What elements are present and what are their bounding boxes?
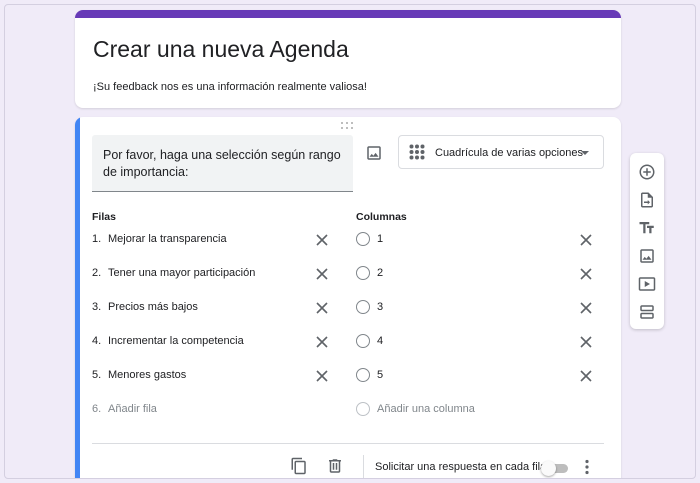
- form-header-card[interactable]: Crear una nueva Agenda ¡Su feedback nos …: [75, 10, 621, 108]
- column-label-input[interactable]: 2: [377, 267, 383, 279]
- row-item[interactable]: 1. Mejorar la transparencia: [92, 230, 292, 250]
- radio-icon: [356, 232, 370, 246]
- toggle-thumb: [541, 461, 556, 476]
- image-icon[interactable]: [365, 144, 383, 162]
- close-icon[interactable]: [579, 233, 593, 247]
- import-icon[interactable]: [638, 191, 656, 209]
- radio-icon: [356, 300, 370, 314]
- column-item[interactable]: 2: [356, 264, 506, 284]
- close-icon[interactable]: [579, 267, 593, 281]
- form-title[interactable]: Crear una nueva Agenda: [93, 36, 349, 63]
- rows-header: Filas: [92, 211, 116, 223]
- row-label-input[interactable]: Precios más bajos: [108, 301, 198, 313]
- close-icon[interactable]: [315, 267, 329, 281]
- active-question-indicator: [75, 117, 80, 478]
- image-icon[interactable]: [638, 247, 656, 265]
- section-icon[interactable]: [638, 303, 656, 321]
- drag-handle-icon[interactable]: [341, 122, 355, 130]
- footer-vertical-divider: [363, 455, 364, 478]
- radio-icon: [356, 402, 370, 416]
- close-icon[interactable]: [579, 369, 593, 383]
- form-editor: Crear una nueva Agenda ¡Su feedback nos …: [4, 4, 696, 479]
- video-icon[interactable]: [638, 275, 656, 293]
- question-title-input[interactable]: Por favor, haga una selección según rang…: [92, 135, 353, 192]
- column-label-input[interactable]: 1: [377, 233, 383, 245]
- row-item[interactable]: 3. Precios más bajos: [92, 298, 292, 318]
- radio-icon: [356, 266, 370, 280]
- grid-dots-icon: [409, 144, 425, 160]
- footer-divider: [92, 443, 604, 444]
- column-label-input[interactable]: 5: [377, 369, 383, 381]
- close-icon[interactable]: [315, 301, 329, 315]
- close-icon[interactable]: [315, 233, 329, 247]
- close-icon[interactable]: [315, 335, 329, 349]
- row-label-input[interactable]: Incrementar la competencia: [108, 335, 244, 347]
- more-vert-icon[interactable]: [579, 458, 595, 476]
- question-type-dropdown[interactable]: Cuadrícula de varias opciones: [398, 135, 604, 169]
- floating-toolbar: [630, 153, 664, 329]
- row-number: 4.: [92, 335, 102, 347]
- row-item[interactable]: 2. Tener una mayor participación: [92, 264, 292, 284]
- column-item[interactable]: 3: [356, 298, 506, 318]
- close-icon[interactable]: [315, 369, 329, 383]
- require-response-label: Solicitar una respuesta en cada fila: [375, 461, 547, 473]
- radio-icon: [356, 334, 370, 348]
- row-number: 6.: [92, 403, 102, 415]
- column-label-input[interactable]: 4: [377, 335, 383, 347]
- form-description[interactable]: ¡Su feedback nos es una información real…: [93, 81, 367, 93]
- question-type-label: Cuadrícula de varias opciones: [435, 147, 583, 159]
- row-item[interactable]: 4. Incrementar la competencia: [92, 332, 292, 352]
- radio-icon: [356, 368, 370, 382]
- copy-icon[interactable]: [290, 457, 308, 475]
- row-number: 3.: [92, 301, 102, 313]
- row-label-input[interactable]: Tener una mayor participación: [108, 267, 255, 279]
- header-accent-bar: [75, 10, 621, 18]
- row-label-input[interactable]: Menores gastos: [108, 369, 186, 381]
- trash-icon[interactable]: [326, 457, 344, 475]
- row-item[interactable]: 5. Menores gastos: [92, 366, 292, 386]
- row-number: 2.: [92, 267, 102, 279]
- require-response-toggle[interactable]: [541, 461, 568, 476]
- column-item[interactable]: 4: [356, 332, 506, 352]
- add-column-button[interactable]: Añadir una columna: [356, 400, 556, 420]
- column-item[interactable]: 5: [356, 366, 506, 386]
- add-row-label[interactable]: Añadir fila: [108, 403, 157, 415]
- row-label-input[interactable]: Mejorar la transparencia: [108, 233, 227, 245]
- column-label-input[interactable]: 3: [377, 301, 383, 313]
- column-item[interactable]: 1: [356, 230, 506, 250]
- question-card[interactable]: Por favor, haga una selección según rang…: [75, 117, 621, 478]
- columns-header: Columnas: [356, 211, 407, 223]
- add-column-label[interactable]: Añadir una columna: [377, 403, 475, 415]
- row-number: 1.: [92, 233, 102, 245]
- add-row-button[interactable]: 6. Añadir fila: [92, 400, 292, 420]
- chevron-down-icon: [581, 151, 589, 155]
- close-icon[interactable]: [579, 301, 593, 315]
- title-icon[interactable]: [638, 219, 656, 237]
- row-number: 5.: [92, 369, 102, 381]
- close-icon[interactable]: [579, 335, 593, 349]
- plus-circle-icon[interactable]: [638, 163, 656, 181]
